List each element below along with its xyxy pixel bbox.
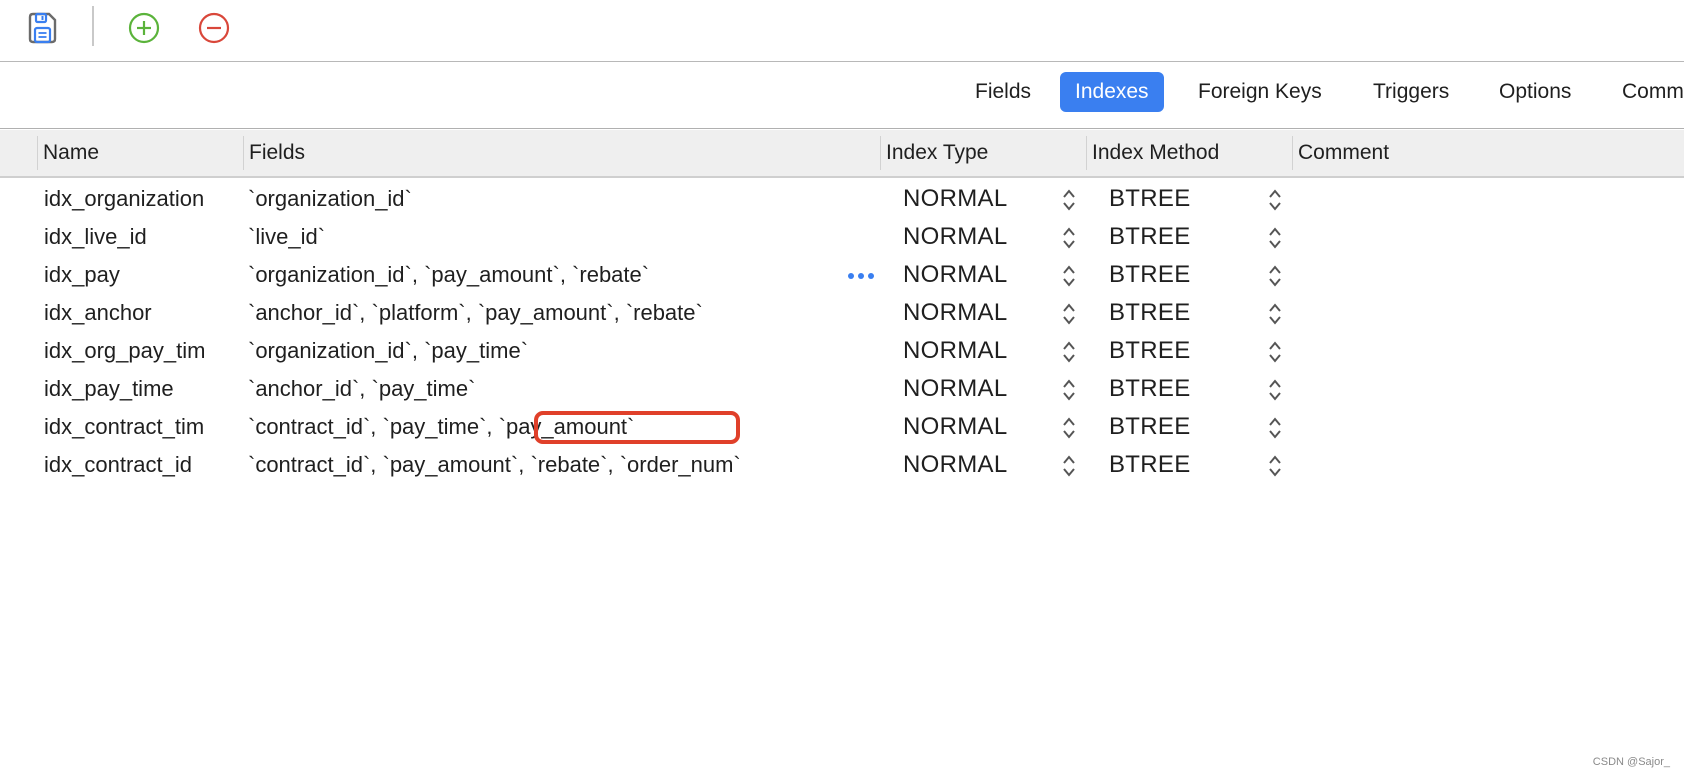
index-method-select[interactable]: BTREE [1109, 370, 1191, 408]
index-method-stepper-icon[interactable] [1267, 339, 1283, 365]
save-button[interactable] [24, 10, 60, 46]
index-type-stepper-icon[interactable] [1061, 377, 1077, 403]
index-method-stepper-icon[interactable] [1267, 225, 1283, 251]
index-method-select[interactable]: BTREE [1109, 294, 1191, 332]
tab-options[interactable]: Options [1484, 72, 1586, 112]
index-name-cell[interactable]: idx_organization [44, 180, 204, 218]
index-type-stepper-icon[interactable] [1061, 339, 1077, 365]
index-type-stepper-icon[interactable] [1061, 225, 1077, 251]
index-type-stepper-icon[interactable] [1061, 301, 1077, 327]
toolbar [0, 0, 1684, 62]
column-header-fields[interactable]: Fields [243, 136, 879, 170]
index-type-select[interactable]: NORMAL [903, 446, 1007, 484]
index-name-cell[interactable]: idx_anchor [44, 294, 152, 332]
index-type-select[interactable]: NORMAL [903, 294, 1007, 332]
index-method-stepper-icon[interactable] [1267, 263, 1283, 289]
more-fields-button[interactable] [848, 273, 874, 279]
tab-fields[interactable]: Fields [960, 72, 1046, 112]
tab-bar: Fields Indexes Foreign Keys Triggers Opt… [0, 62, 1684, 129]
index-method-stepper-icon[interactable] [1267, 377, 1283, 403]
table-row[interactable]: idx_contract_id `contract_id`, `pay_amou… [0, 446, 1684, 484]
tab-triggers[interactable]: Triggers [1358, 72, 1464, 112]
index-fields-cell[interactable]: `organization_id` [248, 180, 412, 218]
index-type-stepper-icon[interactable] [1061, 415, 1077, 441]
index-name-cell[interactable]: idx_contract_tim [44, 408, 204, 446]
index-fields-cell[interactable]: `contract_id`, `pay_amount`, `rebate`, `… [248, 446, 741, 484]
table-header: Name Fields Index Type Index Method Comm… [0, 130, 1684, 178]
minus-circle-icon [198, 12, 230, 44]
index-method-stepper-icon[interactable] [1267, 415, 1283, 441]
tab-comment[interactable]: Comm [1607, 72, 1684, 112]
save-icon [28, 12, 57, 44]
index-type-stepper-icon[interactable] [1061, 263, 1077, 289]
index-fields-cell[interactable]: `organization_id`, `pay_time` [248, 332, 528, 370]
index-method-select[interactable]: BTREE [1109, 332, 1191, 370]
table-row[interactable]: idx_contract_tim `contract_id`, `pay_tim… [0, 408, 1684, 446]
index-name-cell[interactable]: idx_live_id [44, 218, 147, 256]
index-method-stepper-icon[interactable] [1267, 453, 1283, 479]
index-method-select[interactable]: BTREE [1109, 446, 1191, 484]
index-method-select[interactable]: BTREE [1109, 256, 1191, 294]
index-name-cell[interactable]: idx_pay [44, 256, 120, 294]
index-fields-cell[interactable]: `organization_id`, `pay_amount`, `rebate… [248, 256, 649, 294]
table-row[interactable]: idx_live_id `live_id` NORMAL BTREE [0, 218, 1684, 256]
plus-circle-icon [128, 12, 160, 44]
table-row[interactable]: idx_pay_time `anchor_id`, `pay_time` NOR… [0, 370, 1684, 408]
column-header-comment[interactable]: Comment [1292, 136, 1678, 170]
index-name-cell[interactable]: idx_pay_time [44, 370, 174, 408]
index-type-select[interactable]: NORMAL [903, 256, 1007, 294]
index-type-select[interactable]: NORMAL [903, 370, 1007, 408]
ellipsis-dot-icon [868, 273, 874, 279]
watermark: CSDN @Sajor_ [1592, 756, 1670, 768]
index-type-select[interactable]: NORMAL [903, 218, 1007, 256]
index-method-stepper-icon[interactable] [1267, 301, 1283, 327]
ellipsis-dot-icon [848, 273, 854, 279]
index-fields-cell[interactable]: `contract_id`, `pay_time`, `pay_amount` [248, 408, 634, 446]
ellipsis-dot-icon [858, 273, 864, 279]
index-method-stepper-icon[interactable] [1267, 187, 1283, 213]
index-type-stepper-icon[interactable] [1061, 453, 1077, 479]
index-fields-cell[interactable]: `anchor_id`, `pay_time` [248, 370, 475, 408]
index-method-select[interactable]: BTREE [1109, 218, 1191, 256]
column-header-index-method[interactable]: Index Method [1086, 136, 1292, 170]
index-type-select[interactable]: NORMAL [903, 332, 1007, 370]
add-index-button[interactable] [126, 10, 162, 46]
table-row[interactable]: idx_organization `organization_id` NORMA… [0, 180, 1684, 218]
column-header-index-type[interactable]: Index Type [880, 136, 1086, 170]
table-row[interactable]: idx_anchor `anchor_id`, `platform`, `pay… [0, 294, 1684, 332]
index-fields-cell[interactable]: `anchor_id`, `platform`, `pay_amount`, `… [248, 294, 703, 332]
index-name-cell[interactable]: idx_contract_id [44, 446, 192, 484]
toolbar-separator [92, 6, 94, 46]
remove-index-button[interactable] [196, 10, 232, 46]
tab-indexes[interactable]: Indexes [1060, 72, 1164, 112]
tab-foreign-keys[interactable]: Foreign Keys [1183, 72, 1337, 112]
index-type-select[interactable]: NORMAL [903, 408, 1007, 446]
table-row[interactable]: idx_pay `organization_id`, `pay_amount`,… [0, 256, 1684, 294]
index-method-select[interactable]: BTREE [1109, 180, 1191, 218]
index-name-cell[interactable]: idx_org_pay_tim [44, 332, 205, 370]
index-type-select[interactable]: NORMAL [903, 180, 1007, 218]
index-method-select[interactable]: BTREE [1109, 408, 1191, 446]
index-type-stepper-icon[interactable] [1061, 187, 1077, 213]
column-header-name[interactable]: Name [37, 136, 243, 170]
table-row[interactable]: idx_org_pay_tim `organization_id`, `pay_… [0, 332, 1684, 370]
index-fields-cell[interactable]: `live_id` [248, 218, 325, 256]
